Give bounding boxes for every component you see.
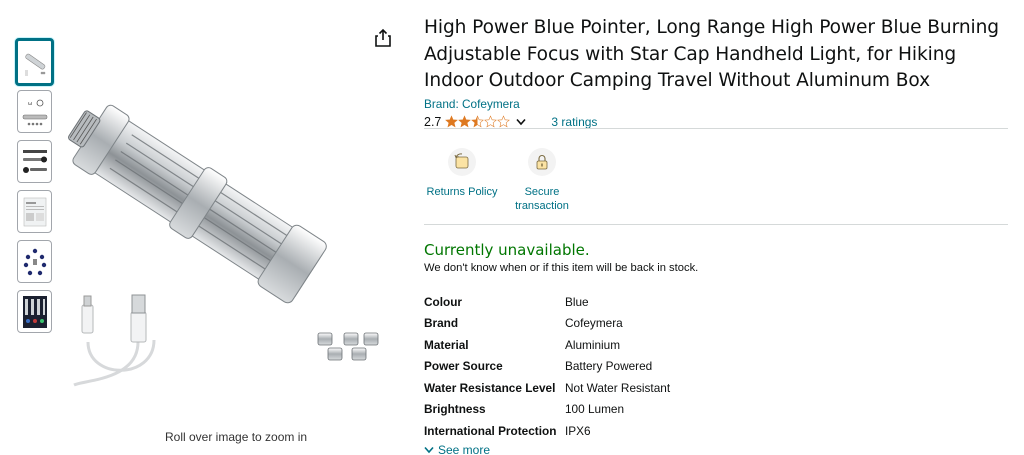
- product-title: High Power Blue Pointer, Long Range High…: [424, 17, 999, 91]
- product-details: High Power Blue Pointer, Long Range High…: [424, 15, 1008, 130]
- star-rating[interactable]: [445, 115, 511, 128]
- availability-status: Currently unavailable.: [424, 241, 590, 259]
- returns-policy-badge[interactable]: Returns Policy: [422, 148, 502, 213]
- trust-badges: Returns Policy Secure transaction: [424, 148, 582, 213]
- brand-link[interactable]: Brand: Cofeymera: [424, 97, 1008, 111]
- main-product-image[interactable]: [64, 80, 394, 400]
- spec-row: International Protection IPX6: [424, 420, 670, 442]
- thumbnail-1[interactable]: [15, 38, 54, 86]
- divider: [424, 224, 1008, 225]
- spec-key: Brightness: [424, 402, 486, 417]
- thumbnail-3[interactable]: [17, 140, 52, 183]
- spec-key: Brand: [424, 316, 459, 331]
- spec-key: Water Resistance Level: [424, 380, 556, 395]
- spec-row: Power Source Battery Powered: [424, 356, 670, 378]
- returns-icon: [448, 148, 476, 176]
- product-specs-table: Colour Blue Brand Cofeymera Material Alu…: [424, 291, 670, 442]
- star-full-icon: [445, 115, 459, 128]
- spec-row: Material Aluminium: [424, 334, 670, 356]
- spec-key: International Protection: [424, 423, 557, 438]
- availability: Currently unavailable. We don't know whe…: [424, 241, 698, 274]
- spec-value: 100 Lumen: [565, 402, 625, 417]
- svg-text:ω: ω: [28, 101, 32, 107]
- spec-value: Aluminium: [565, 337, 621, 352]
- spec-row: Colour Blue: [424, 291, 670, 313]
- spec-value: Not Water Resistant: [565, 380, 671, 395]
- spec-key: Power Source: [424, 359, 503, 374]
- divider: [424, 128, 1008, 129]
- laser-pointer-image: [68, 104, 379, 387]
- secure-label-line1: Secure: [524, 186, 560, 198]
- thumbnail-4[interactable]: [17, 190, 52, 233]
- chevron-down-icon: [424, 446, 434, 454]
- share-icon[interactable]: [374, 28, 392, 48]
- availability-note: We don't know when or if this item will …: [424, 262, 699, 274]
- ratings-count-link[interactable]: 3 ratings: [551, 115, 597, 129]
- spec-value: IPX6: [565, 423, 591, 438]
- spec-key: Colour: [424, 294, 463, 309]
- lock-icon: [528, 148, 556, 176]
- spec-value: Cofeymera: [565, 316, 623, 331]
- returns-policy-label: Returns Policy: [426, 186, 498, 198]
- chevron-down-icon[interactable]: [516, 118, 526, 126]
- star-empty-icon: [484, 115, 498, 128]
- thumbnail-6[interactable]: [17, 290, 52, 333]
- spec-value: Battery Powered: [565, 359, 653, 374]
- thumbnail-5[interactable]: [17, 240, 52, 283]
- thumbnail-strip: ω: [15, 38, 55, 340]
- secure-label-line2: transaction: [515, 200, 569, 212]
- secure-transaction-badge[interactable]: Secure transaction: [502, 148, 582, 213]
- star-empty-icon: [497, 115, 511, 128]
- rating-value: 2.7: [424, 114, 442, 129]
- see-more-link[interactable]: See more: [424, 443, 490, 455]
- star-half-icon: [471, 115, 485, 128]
- star-full-icon: [458, 115, 472, 128]
- spec-value: Blue: [565, 294, 589, 309]
- zoom-hint: Roll over image to zoom in: [165, 430, 308, 444]
- spec-row: Brightness 100 Lumen: [424, 399, 670, 421]
- spec-row: Water Resistance Level Not Water Resista…: [424, 377, 670, 399]
- spec-key: Material: [424, 337, 469, 352]
- see-more-label: See more: [438, 443, 491, 455]
- spec-row: Brand Cofeymera: [424, 313, 670, 335]
- thumbnail-2[interactable]: ω: [17, 90, 52, 133]
